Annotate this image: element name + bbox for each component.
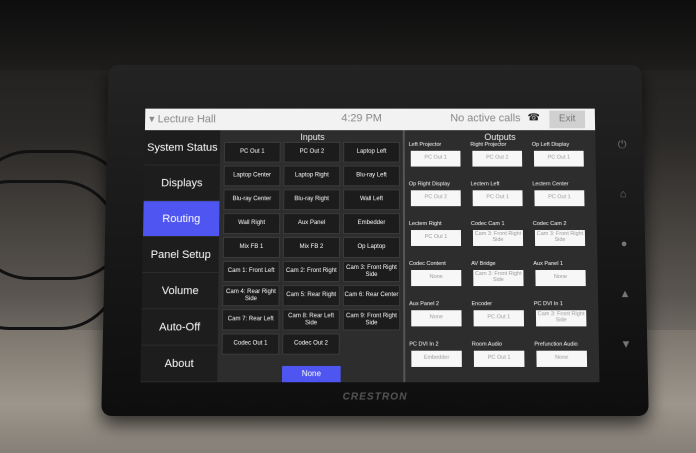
input-button[interactable]: Wall Right bbox=[223, 213, 281, 235]
output-source-button[interactable]: PC Out 1 bbox=[410, 230, 462, 246]
output-label: Lectern Center bbox=[532, 181, 569, 188]
output-label: Aux Panel 1 bbox=[533, 260, 564, 267]
exit-button[interactable]: Exit bbox=[549, 110, 586, 129]
output-source-button[interactable]: None bbox=[535, 270, 586, 287]
sidebar-item-auto-off[interactable]: Auto-Off bbox=[141, 309, 219, 346]
input-button[interactable]: Cam 5: Rear Right bbox=[282, 285, 340, 307]
output-label: Aux Panel 2 bbox=[409, 301, 440, 308]
output-label: Codec Content bbox=[409, 260, 446, 267]
output-label: Room Audio bbox=[471, 341, 503, 348]
input-button[interactable]: Op Laptop bbox=[342, 237, 401, 258]
output-source-button[interactable]: Cam 3: Front Right Side bbox=[535, 310, 587, 327]
output-source-button[interactable]: PC Out 1 bbox=[533, 150, 584, 167]
output-source-button[interactable]: PC Out 1 bbox=[410, 150, 461, 167]
home-icon[interactable]: ⌂ bbox=[616, 188, 630, 200]
input-button[interactable]: Cam 7: Rear Left bbox=[221, 309, 280, 331]
input-button[interactable]: Codec Out 1 bbox=[221, 333, 280, 355]
input-button[interactable]: Cam 3: Front Right Side bbox=[342, 260, 401, 283]
input-button[interactable]: Cam 4: Rear Right Side bbox=[222, 285, 280, 307]
output-label: PC DVI In 1 bbox=[533, 301, 564, 308]
output-label: Op Right Display bbox=[408, 181, 450, 188]
outputs-title: Outputs bbox=[484, 132, 516, 142]
output-source-button[interactable]: PC Out 1 bbox=[534, 190, 585, 207]
input-button[interactable]: Codec Out 2 bbox=[282, 333, 340, 355]
input-button[interactable]: PC Out 1 bbox=[223, 141, 281, 163]
output-label: Left Projector bbox=[408, 141, 442, 148]
output-source-button[interactable]: Cam 3: Front Right Side bbox=[473, 270, 524, 287]
input-button[interactable]: Blu-ray Left bbox=[343, 165, 400, 187]
output-source-button[interactable]: PC Out 1 bbox=[472, 190, 523, 207]
power-icon[interactable]: ⏻ bbox=[615, 139, 629, 152]
input-button[interactable]: Cam 8: Rear Left Side bbox=[282, 309, 340, 331]
output-source-button[interactable]: None bbox=[411, 310, 462, 327]
sidebar-item-system-status[interactable]: System Status bbox=[144, 130, 221, 166]
down-icon[interactable]: ▼ bbox=[619, 339, 633, 351]
output-source-button[interactable]: Embedder bbox=[411, 350, 462, 367]
call-status: No active calls bbox=[450, 112, 521, 125]
input-button[interactable]: Mix FB 1 bbox=[222, 237, 281, 258]
input-button[interactable]: Mix FB 2 bbox=[282, 237, 341, 258]
input-button[interactable]: Embedder bbox=[343, 213, 400, 235]
output-label: Prefunction Audio bbox=[534, 341, 578, 348]
touch-screen: ▾ Lecture Hall 4:29 PM No active calls ☎… bbox=[140, 108, 600, 383]
sidebar-item-routing[interactable]: Routing bbox=[143, 201, 220, 238]
output-source-button[interactable]: PC Out 1 bbox=[473, 350, 525, 367]
input-button[interactable]: Laptop Left bbox=[343, 141, 400, 163]
clock: 4:29 PM bbox=[341, 112, 382, 125]
output-label: Right Projector bbox=[470, 141, 507, 148]
light-icon[interactable]: ● bbox=[617, 238, 631, 250]
output-source-button[interactable]: PC Out 2 bbox=[410, 190, 461, 207]
input-button[interactable]: Wall Left bbox=[343, 189, 400, 211]
output-label: Op Left Display bbox=[531, 141, 570, 148]
input-button[interactable]: PC Out 2 bbox=[283, 141, 341, 163]
top-bar: ▾ Lecture Hall 4:29 PM No active calls ☎… bbox=[144, 108, 596, 131]
sidebar-item-displays[interactable]: Displays bbox=[143, 165, 220, 202]
phone-icon: ☎ bbox=[527, 112, 540, 124]
sidebar-item-panel-setup[interactable]: Panel Setup bbox=[142, 237, 220, 274]
output-label: Lectern Right bbox=[408, 221, 442, 228]
room-selector[interactable]: ▾ Lecture Hall bbox=[149, 113, 216, 126]
input-button[interactable]: Cam 1: Front Left bbox=[222, 260, 280, 283]
output-source-button[interactable]: None bbox=[536, 350, 588, 367]
input-button[interactable]: Blu-ray Center bbox=[223, 189, 281, 211]
input-button[interactable]: Laptop Center bbox=[223, 165, 281, 187]
input-button[interactable]: Blu-ray Right bbox=[283, 189, 341, 211]
brand-logo: CRESTRON bbox=[342, 391, 408, 403]
output-label: Lectern Left bbox=[470, 181, 500, 188]
output-source-button[interactable]: PC Out 1 bbox=[473, 310, 525, 327]
input-button[interactable]: Cam 2: Front Right bbox=[282, 260, 340, 283]
wall-background bbox=[0, 0, 696, 70]
output-source-button[interactable]: None bbox=[411, 270, 462, 287]
up-icon[interactable]: ▲ bbox=[618, 288, 632, 300]
output-label: AV Bridge bbox=[471, 260, 496, 267]
touch-panel-device: ⏻ ⌂ ● ▲ ▼ CRESTRON ▾ Lecture Hall 4:29 P… bbox=[101, 64, 649, 416]
input-button[interactable]: Cam 6: Rear Center bbox=[342, 285, 401, 307]
output-source-button[interactable]: Cam 3: Front Right Side bbox=[534, 230, 586, 246]
output-label: Codec Cam 1 bbox=[470, 221, 505, 228]
photo-scene: ⏻ ⌂ ● ▲ ▼ CRESTRON ▾ Lecture Hall 4:29 P… bbox=[0, 0, 696, 453]
output-source-button[interactable]: PC Out 2 bbox=[472, 150, 523, 167]
output-label: Codec Cam 2 bbox=[532, 221, 567, 228]
output-label: PC DVI In 2 bbox=[409, 341, 439, 348]
input-button[interactable]: Cam 9: Front Right Side bbox=[342, 309, 401, 331]
inputs-title: Inputs bbox=[300, 132, 325, 142]
sidebar-item-volume[interactable]: Volume bbox=[141, 273, 219, 310]
input-button[interactable]: Aux Panel bbox=[283, 213, 341, 235]
input-button[interactable]: Laptop Right bbox=[283, 165, 341, 187]
sidebar-item-about[interactable]: About bbox=[140, 345, 218, 383]
panel-divider bbox=[402, 130, 406, 383]
output-label: Encoder bbox=[471, 301, 493, 308]
none-input-button[interactable]: None bbox=[281, 365, 341, 383]
cable bbox=[0, 180, 120, 330]
sidebar-nav: System Status Displays Routing Panel Setup V… bbox=[140, 130, 221, 383]
output-source-button[interactable]: Cam 3: Front Right Side bbox=[472, 230, 524, 246]
